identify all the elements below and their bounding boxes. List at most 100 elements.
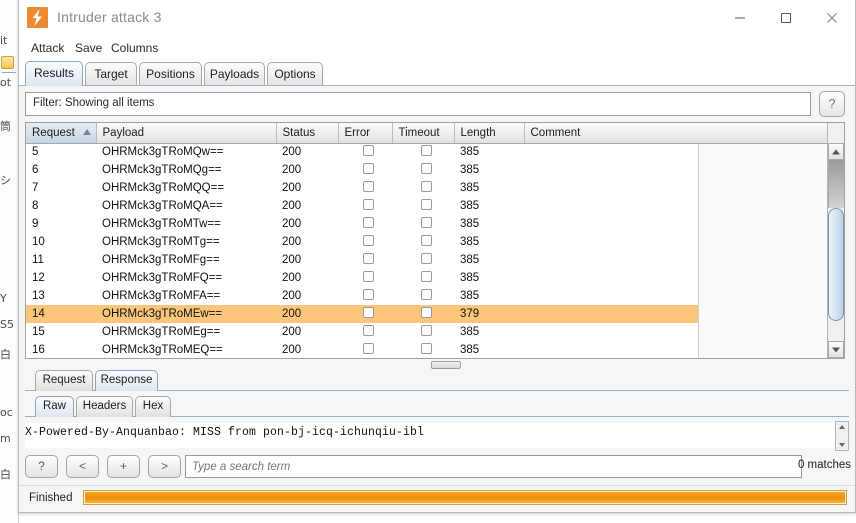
cell-error[interactable]: [338, 179, 392, 197]
checkbox-icon[interactable]: [420, 163, 432, 174]
cell-error[interactable]: [338, 251, 392, 269]
cell-timeout[interactable]: [392, 197, 454, 215]
cell-timeout[interactable]: [392, 305, 454, 323]
table-row[interactable]: 6 OHRMck3gTRoMQg== 200 385: [26, 161, 698, 179]
tab-response[interactable]: Response: [95, 370, 158, 391]
scroll-down-icon[interactable]: [828, 341, 844, 358]
column-header-request[interactable]: Request: [26, 123, 97, 144]
scrollbar-track-upper[interactable]: [828, 160, 844, 208]
cell-error[interactable]: [338, 305, 392, 323]
scrollbar-thumb[interactable]: [828, 208, 844, 321]
tab-hex[interactable]: Hex: [135, 396, 171, 417]
cell-timeout[interactable]: [392, 323, 454, 341]
close-icon[interactable]: [809, 0, 855, 35]
maximize-icon[interactable]: [763, 0, 809, 35]
table-row[interactable]: 10 OHRMck3gTRoMTg== 200 385: [26, 233, 698, 251]
cell-error[interactable]: [338, 269, 392, 287]
cell-timeout[interactable]: [392, 215, 454, 233]
checkbox-icon[interactable]: [362, 253, 374, 264]
cell-timeout[interactable]: [392, 161, 454, 179]
checkbox-icon[interactable]: [362, 181, 374, 192]
scroll-up-icon[interactable]: [828, 143, 844, 160]
table-row[interactable]: 12 OHRMck3gTRoMFQ== 200 385: [26, 269, 698, 287]
table-row[interactable]: 9 OHRMck3gTRoMTw== 200 385: [26, 215, 698, 233]
cell-timeout[interactable]: [392, 287, 454, 305]
cell-timeout[interactable]: [392, 233, 454, 251]
checkbox-icon[interactable]: [420, 289, 432, 300]
table-row[interactable]: 15 OHRMck3gTRoMEg== 200 385: [26, 323, 698, 341]
checkbox-icon[interactable]: [362, 199, 374, 210]
cell-error[interactable]: [338, 143, 392, 161]
checkbox-icon[interactable]: [362, 163, 374, 174]
cell-error[interactable]: [338, 233, 392, 251]
cell-timeout[interactable]: [392, 143, 454, 161]
checkbox-icon[interactable]: [420, 145, 432, 157]
search-previous-button[interactable]: <: [66, 455, 99, 478]
checkbox-icon[interactable]: [362, 307, 374, 318]
checkbox-icon[interactable]: [420, 235, 432, 246]
tab-payloads[interactable]: Payloads: [204, 62, 265, 86]
checkbox-icon[interactable]: [420, 253, 432, 264]
tab-target[interactable]: Target: [85, 62, 137, 86]
minimize-icon[interactable]: [717, 0, 763, 35]
checkbox-icon[interactable]: [362, 217, 374, 228]
tab-headers[interactable]: Headers: [76, 396, 133, 417]
cell-timeout[interactable]: [392, 341, 454, 358]
filter-help-icon[interactable]: ?: [819, 91, 845, 117]
tab-request[interactable]: Request: [35, 370, 93, 391]
scroll-down-icon[interactable]: [839, 443, 845, 447]
menu-item-attack[interactable]: Attack: [27, 40, 68, 56]
checkbox-icon[interactable]: [362, 145, 374, 157]
results-vertical-scrollbar[interactable]: [827, 123, 844, 358]
filter-bar[interactable]: Filter: Showing all items: [25, 92, 811, 116]
column-header-comment[interactable]: Comment: [524, 123, 699, 144]
search-input[interactable]: [185, 455, 802, 478]
column-header-timeout[interactable]: Timeout: [392, 123, 455, 144]
menu-item-save[interactable]: Save: [71, 40, 106, 56]
tab-raw[interactable]: Raw: [35, 396, 74, 417]
checkbox-icon[interactable]: [420, 325, 432, 336]
table-row[interactable]: 11 OHRMck3gTRoMFg== 200 385: [26, 251, 698, 269]
column-header-error[interactable]: Error: [338, 123, 393, 144]
checkbox-icon[interactable]: [420, 271, 432, 282]
response-body-view[interactable]: X-Powered-By-Anquanbao: MISS from pon-bj…: [25, 421, 849, 451]
table-row[interactable]: 13 OHRMck3gTRoMFA== 200 385: [26, 287, 698, 305]
checkbox-icon[interactable]: [362, 325, 374, 336]
checkbox-icon[interactable]: [420, 307, 432, 318]
cell-error[interactable]: [338, 323, 392, 341]
search-next-button[interactable]: >: [148, 455, 181, 478]
checkbox-icon[interactable]: [362, 235, 374, 246]
column-header-length[interactable]: Length: [454, 123, 525, 144]
cell-error[interactable]: [338, 197, 392, 215]
column-header-payload[interactable]: Payload: [96, 123, 277, 144]
table-row[interactable]: 5 OHRMck3gTRoMQw== 200 385: [26, 143, 698, 161]
checkbox-icon[interactable]: [420, 181, 432, 192]
scroll-up-icon[interactable]: [839, 425, 845, 429]
cell-error[interactable]: [338, 215, 392, 233]
cell-error[interactable]: [338, 161, 392, 179]
checkbox-icon[interactable]: [362, 343, 374, 354]
response-vertical-scrollbar[interactable]: [835, 421, 849, 451]
checkbox-icon[interactable]: [362, 289, 374, 300]
checkbox-icon[interactable]: [420, 199, 432, 210]
table-row[interactable]: 8 OHRMck3gTRoMQA== 200 385: [26, 197, 698, 215]
tab-positions[interactable]: Positions: [139, 62, 202, 86]
checkbox-icon[interactable]: [420, 217, 432, 228]
tab-options[interactable]: Options: [267, 62, 323, 86]
cell-timeout[interactable]: [392, 269, 454, 287]
tab-results[interactable]: Results: [25, 61, 83, 86]
cell-timeout[interactable]: [392, 179, 454, 197]
menu-item-columns[interactable]: Columns: [107, 40, 162, 56]
cell-error[interactable]: [338, 341, 392, 358]
checkbox-icon[interactable]: [420, 343, 432, 354]
checkbox-icon[interactable]: [362, 271, 374, 282]
cell-timeout[interactable]: [392, 251, 454, 269]
horizontal-splitter-handle[interactable]: [431, 361, 461, 369]
column-header-status[interactable]: Status: [276, 123, 339, 144]
search-add-button[interactable]: +: [107, 455, 140, 478]
table-row[interactable]: 16 OHRMck3gTRoMEQ== 200 385: [26, 341, 698, 358]
search-help-button[interactable]: ?: [25, 455, 58, 478]
table-row[interactable]: 7 OHRMck3gTRoMQQ== 200 385: [26, 179, 698, 197]
table-row[interactable]: 14 OHRMck3gTRoMEw== 200 379: [26, 305, 698, 323]
cell-error[interactable]: [338, 287, 392, 305]
